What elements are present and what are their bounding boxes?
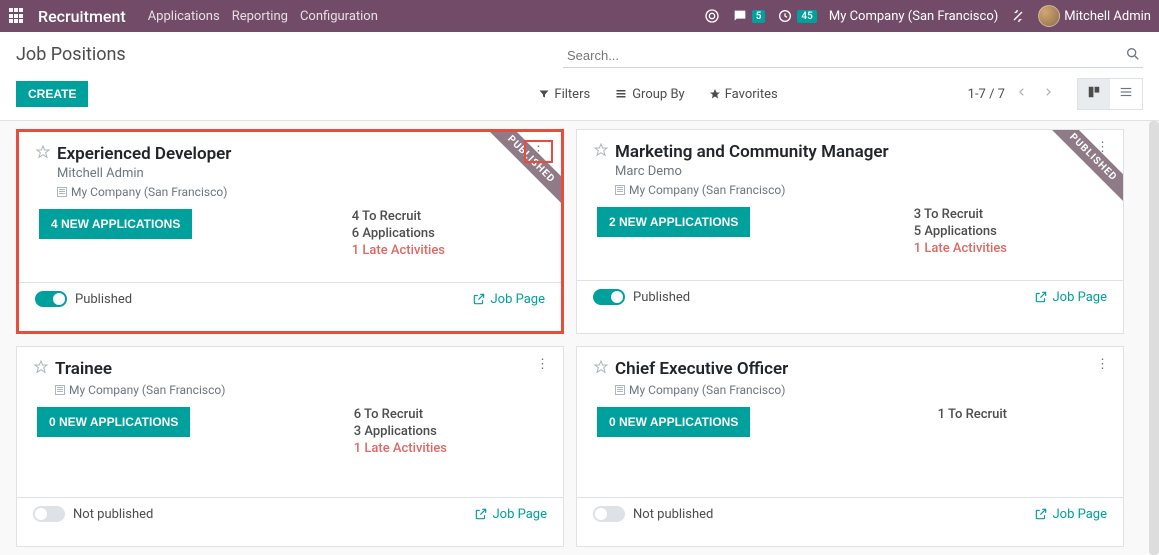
published-toggle[interactable] [35, 291, 67, 307]
building-icon [57, 187, 67, 197]
company-label: My Company (San Francisco) [593, 183, 1107, 197]
nav-applications[interactable]: Applications [148, 9, 220, 24]
job-card[interactable]: ⋮ Trainee My Company (San Francisco) 0 N… [16, 346, 564, 547]
favorite-star-icon[interactable] [593, 142, 609, 162]
pager-prev[interactable] [1013, 82, 1031, 106]
pager-next[interactable] [1039, 82, 1057, 106]
job-stats: 3 To Recruit 5 Applications 1 Late Activ… [914, 207, 1107, 256]
to-recruit-stat: 1 To Recruit [938, 407, 1007, 422]
card-menu-dots[interactable]: ⋮ [524, 140, 553, 163]
activity-clock-icon[interactable]: 45 [777, 8, 816, 24]
company-selector[interactable]: My Company (San Francisco) [829, 9, 998, 24]
published-status-label: Not published [633, 507, 713, 522]
top-nav: Recruitment Applications Reporting Confi… [0, 0, 1159, 32]
job-card[interactable]: PUBLISHED ⋮ Experienced Developer Mitche… [16, 129, 564, 334]
job-page-link[interactable]: Job Page [1034, 507, 1107, 522]
card-menu-dots[interactable]: ⋮ [530, 355, 555, 374]
building-icon [615, 185, 625, 195]
job-card[interactable]: ⋮ Chief Executive Officer My Company (Sa… [576, 346, 1124, 547]
job-card[interactable]: PUBLISHED ⋮ Marketing and Community Mana… [576, 129, 1124, 334]
nav-configuration[interactable]: Configuration [300, 9, 378, 24]
to-recruit-stat: 4 To Recruit [352, 209, 445, 224]
company-label: My Company (San Francisco) [33, 383, 547, 397]
job-title: Chief Executive Officer [615, 359, 788, 379]
favorite-star-icon[interactable] [35, 144, 51, 164]
app-brand[interactable]: Recruitment [38, 7, 126, 26]
job-title: Experienced Developer [57, 144, 231, 164]
job-title: Marketing and Community Manager [615, 142, 889, 162]
building-icon [55, 385, 65, 395]
job-stats: 4 To Recruit 6 Applications 1 Late Activ… [352, 209, 545, 258]
filters-button[interactable]: Filters [538, 87, 590, 102]
published-status-label: Not published [73, 507, 153, 522]
late-activities-stat: 1 Late Activities [914, 241, 1007, 256]
apps-grid-icon[interactable] [8, 7, 26, 25]
job-title: Trainee [55, 359, 112, 379]
company-label: My Company (San Francisco) [593, 383, 1107, 397]
search-icon[interactable] [1125, 46, 1141, 66]
kanban-area: PUBLISHED ⋮ Experienced Developer Mitche… [0, 121, 1159, 555]
user-name: Mitchell Admin [1064, 9, 1151, 24]
job-page-link[interactable]: Job Page [472, 292, 545, 307]
pager-text: 1-7 / 7 [968, 87, 1005, 102]
published-status-label: Published [75, 292, 132, 307]
list-view-button[interactable] [1110, 79, 1142, 109]
published-status-label: Published [633, 290, 690, 305]
kanban-view-button[interactable] [1078, 79, 1110, 109]
job-page-link[interactable]: Job Page [1034, 290, 1107, 305]
search-input[interactable] [563, 44, 1143, 68]
chat-badge: 5 [752, 10, 766, 23]
settings-icon[interactable] [1010, 8, 1026, 24]
company-label: My Company (San Francisco) [35, 185, 545, 199]
new-applications-button[interactable]: 2 NEW APPLICATIONS [597, 207, 750, 237]
late-activities-stat: 1 Late Activities [354, 441, 447, 456]
control-bar: Job Positions CREATE Filters Group By Fa… [0, 32, 1159, 121]
job-stats: 1 To Recruit [938, 407, 1107, 422]
building-icon [615, 385, 625, 395]
nav-reporting[interactable]: Reporting [232, 9, 288, 24]
create-button[interactable]: CREATE [16, 81, 88, 107]
published-toggle[interactable] [593, 506, 625, 522]
to-recruit-stat: 6 To Recruit [354, 407, 447, 422]
job-page-link[interactable]: Job Page [474, 507, 547, 522]
new-applications-button[interactable]: 0 NEW APPLICATIONS [37, 407, 190, 437]
recruiter-name: Mitchell Admin [35, 166, 545, 181]
favorite-star-icon[interactable] [33, 359, 49, 379]
card-menu-dots[interactable]: ⋮ [1090, 355, 1115, 374]
support-icon[interactable] [704, 8, 720, 24]
avatar [1038, 5, 1060, 27]
to-recruit-stat: 3 To Recruit [914, 207, 1007, 222]
applications-stat: 5 Applications [914, 224, 1007, 239]
new-applications-button[interactable]: 0 NEW APPLICATIONS [597, 407, 750, 437]
job-stats: 6 To Recruit 3 Applications 1 Late Activ… [354, 407, 547, 456]
favorite-star-icon[interactable] [593, 359, 609, 379]
late-activities-stat: 1 Late Activities [352, 243, 445, 258]
published-toggle[interactable] [593, 289, 625, 305]
activity-badge: 45 [797, 10, 816, 23]
group-by-button[interactable]: Group By [614, 87, 685, 102]
page-title: Job Positions [16, 44, 126, 65]
favorites-button[interactable]: Favorites [709, 87, 778, 102]
chat-icon[interactable]: 5 [732, 8, 766, 24]
recruiter-name: Marc Demo [593, 164, 1107, 179]
new-applications-button[interactable]: 4 NEW APPLICATIONS [39, 209, 192, 239]
user-menu[interactable]: Mitchell Admin [1038, 5, 1151, 27]
applications-stat: 6 Applications [352, 226, 445, 241]
published-toggle[interactable] [33, 506, 65, 522]
card-menu-dots[interactable]: ⋮ [1090, 138, 1115, 157]
applications-stat: 3 Applications [354, 424, 447, 439]
